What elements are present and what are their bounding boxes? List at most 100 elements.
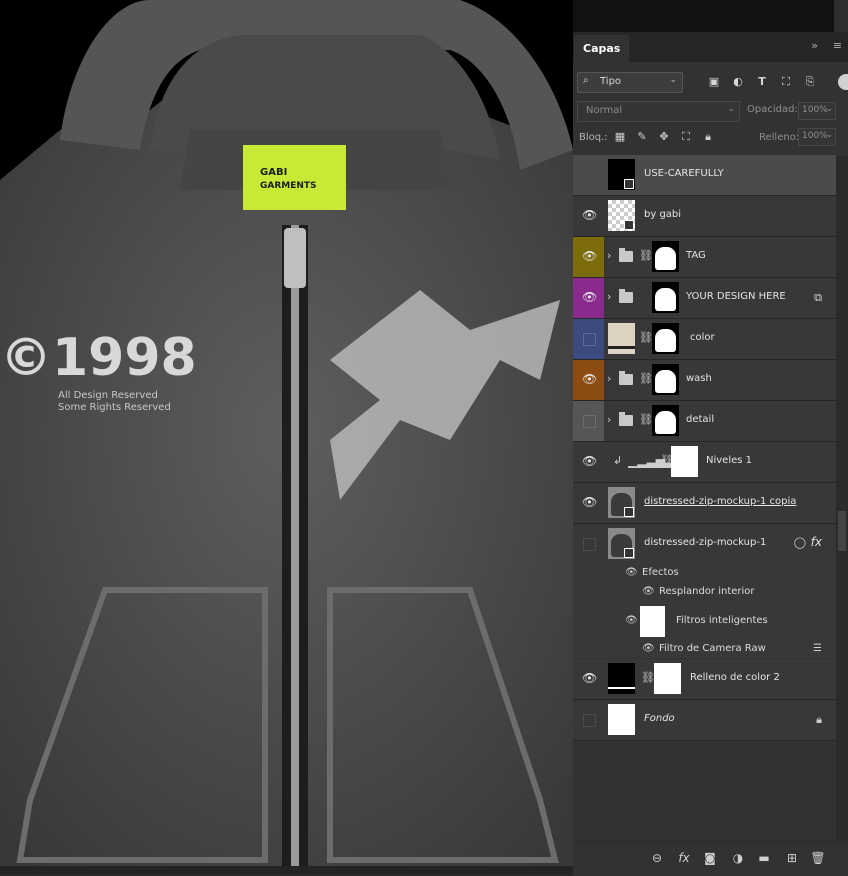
layer-row-wash[interactable]: 👁︎ › ⛓︎ wash — [573, 360, 836, 401]
link-icon[interactable]: ⛓︎ — [639, 413, 653, 426]
effects-sublist: 👁︎ Efectos 👁︎ Resplandor interior 👁︎ Fil… — [573, 564, 836, 658]
canvas-scrollbar[interactable] — [0, 866, 573, 875]
expand-arrow-icon[interactable]: › — [607, 413, 611, 426]
layer-name: distressed-zip-mockup-1 copia — [644, 496, 797, 507]
layer-row-mockup-copy[interactable]: 👁︎ distressed-zip-mockup-1 copia — [573, 483, 836, 524]
lock-brush-icon[interactable]: ✎ — [635, 130, 649, 144]
visibility-toggle[interactable]: 👁︎ — [573, 483, 604, 523]
eye-icon: 👁︎ — [582, 290, 598, 304]
layer-mask-thumbnail — [652, 405, 679, 436]
visibility-toggle[interactable]: 👁︎ — [573, 196, 604, 236]
link-layers-icon[interactable]: ⊖ — [649, 850, 665, 866]
trash-icon[interactable]: 🗑︎ — [810, 850, 826, 866]
layer-name: USE-CAREFULLY — [644, 168, 724, 179]
lock-row: Bloq.: ▦ ✎ ✥ ⛶ 🔒︎ Relleno: 100% ⌄ — [573, 127, 848, 149]
visibility-toggle[interactable] — [573, 700, 604, 740]
link-icon[interactable]: ⛓︎ — [639, 249, 653, 262]
layer-name: detail — [686, 414, 715, 425]
fill-value: 100% — [802, 131, 828, 141]
visibility-toggle[interactable]: 👁︎ — [573, 659, 604, 699]
layers-scrollbar[interactable] — [836, 156, 848, 840]
visibility-toggle[interactable]: 👁︎ — [573, 442, 604, 482]
visibility-toggle[interactable] — [573, 319, 604, 359]
layer-name: distressed-zip-mockup-1 — [644, 537, 767, 548]
eye-icon[interactable]: 👁︎ — [625, 567, 638, 578]
layer-thumbnail — [608, 159, 635, 190]
adjustment-layer-icon[interactable]: ◑ — [730, 850, 746, 866]
layer-row-color[interactable]: ⛓︎ color — [573, 319, 836, 360]
add-mask-icon[interactable]: ◙ — [702, 850, 718, 866]
expand-arrow-icon[interactable]: › — [607, 290, 611, 303]
layer-row-detail[interactable]: › ⛓︎ detail — [573, 401, 836, 442]
chevron-down-icon: ⌄ — [727, 104, 735, 114]
smart-filters-label: Filtros inteligentes — [676, 615, 768, 626]
filter-label: Tipo — [600, 76, 622, 87]
layer-mask-thumbnail — [652, 241, 679, 272]
workspace-background — [573, 0, 848, 32]
filter-type-icon[interactable]: T — [755, 75, 769, 89]
layer-row-your-design-here[interactable]: 👁︎ › YOUR DESIGN HERE ⧉ — [573, 278, 836, 319]
layer-thumbnail — [608, 663, 635, 694]
fx-icon[interactable]: fx — [676, 850, 692, 866]
inner-glow-effect[interactable]: Resplandor interior — [659, 586, 755, 597]
layer-name: wash — [686, 373, 712, 384]
expand-arrow-icon[interactable]: › — [607, 372, 611, 385]
fill-input[interactable]: 100% ⌄ — [798, 128, 836, 146]
visibility-toggle[interactable]: 👁︎ — [573, 237, 604, 277]
lock-all-icon[interactable]: 🔒︎ — [701, 130, 715, 144]
layer-filter-select[interactable]: ⌕ Tipo ⌄ — [577, 72, 683, 93]
document-canvas[interactable]: GABI GARMENTS ©1998 All Design Reserved … — [0, 0, 573, 875]
visibility-toggle[interactable]: 👁︎ — [573, 278, 604, 318]
link-icon[interactable]: ⛓︎ — [639, 372, 653, 385]
visibility-toggle[interactable] — [573, 524, 604, 564]
camera-raw-filter[interactable]: Filtro de Camera Raw — [659, 643, 766, 654]
eye-icon[interactable]: 👁︎ — [642, 643, 655, 654]
lock-label: Bloq.: — [579, 132, 608, 143]
panel-bottom-toolbar: ⊖ fx ◙ ◑ ▬ ⊞ 🗑︎ — [573, 841, 848, 876]
layer-row-use-carefully[interactable]: USE-CAREFULLY — [573, 155, 836, 196]
eye-icon: 👁︎ — [582, 495, 598, 509]
filter-adjustment-icon[interactable]: ◐ — [731, 75, 745, 89]
layer-row-tag[interactable]: 👁︎ › ⛓︎ TAG — [573, 237, 836, 278]
folder-icon — [619, 371, 633, 385]
lock-move-icon[interactable]: ✥ — [657, 130, 671, 144]
layer-row-mockup[interactable]: distressed-zip-mockup-1 ◯ fx ˆ — [573, 524, 846, 564]
panel-menu-icon[interactable]: ≡ — [833, 39, 842, 52]
layer-row-fondo[interactable]: Fondo 🔒︎ — [573, 700, 836, 741]
eye-icon: 👁︎ — [582, 671, 598, 685]
visibility-toggle[interactable] — [573, 401, 604, 441]
layers-panel: Capas » ≡ ⌕ Tipo ⌄ ▣ ◐ T ⛶ ⎘ Normal ⌄ Op… — [573, 32, 848, 876]
filter-row: ⌕ Tipo ⌄ ▣ ◐ T ⛶ ⎘ — [573, 70, 848, 96]
layer-name: color — [690, 332, 715, 343]
fill-label: Relleno: — [759, 132, 800, 143]
eye-icon[interactable]: 👁︎ — [642, 586, 655, 597]
new-group-icon[interactable]: ▬ — [756, 850, 772, 866]
filter-toggle[interactable] — [838, 74, 848, 90]
visibility-toggle[interactable] — [573, 155, 604, 195]
blend-mode-select[interactable]: Normal ⌄ — [577, 101, 740, 122]
layer-row-by-gabi[interactable]: 👁︎ by gabi — [573, 196, 836, 237]
filter-shape-icon[interactable]: ⛶ — [779, 75, 793, 89]
layer-row-relleno-color-2[interactable]: 👁︎ ⛓︎ Relleno de color 2 — [573, 659, 836, 700]
opacity-input[interactable]: 100% ⌄ — [798, 102, 836, 120]
visibility-toggle[interactable]: 👁︎ — [573, 360, 604, 400]
expand-arrow-icon[interactable]: › — [607, 249, 611, 262]
layer-name: Fondo — [644, 713, 675, 724]
filter-options-icon[interactable]: ☰ — [813, 643, 822, 654]
link-icon[interactable]: ⛓︎ — [641, 671, 655, 684]
panel-collapse-icon[interactable]: » — [811, 39, 818, 52]
fx-icon[interactable]: fx — [811, 535, 822, 549]
tab-layers[interactable]: Capas — [574, 35, 630, 62]
blend-row: Normal ⌄ Opacidad: 100% ⌄ — [573, 100, 848, 122]
link-icon[interactable]: ⛓︎ — [639, 331, 653, 344]
filter-smart-object-icon[interactable]: ⎘ — [803, 75, 817, 89]
lock-artboard-icon[interactable]: ⛶ — [679, 130, 693, 144]
hidden-box-icon — [583, 415, 596, 428]
eye-icon[interactable]: 👁︎ — [625, 615, 638, 626]
layer-row-niveles-1[interactable]: 👁︎ ↲ ▁▂▃▅▃▂ ⛓︎ Niveles 1 — [573, 442, 836, 483]
panel-tabbar: Capas » ≡ — [573, 32, 848, 62]
filter-pixel-icon[interactable]: ▣ — [707, 75, 721, 89]
lock-transparent-icon[interactable]: ▦ — [613, 130, 627, 144]
new-layer-icon[interactable]: ⊞ — [784, 850, 800, 866]
layer-thumbnail — [608, 323, 635, 354]
